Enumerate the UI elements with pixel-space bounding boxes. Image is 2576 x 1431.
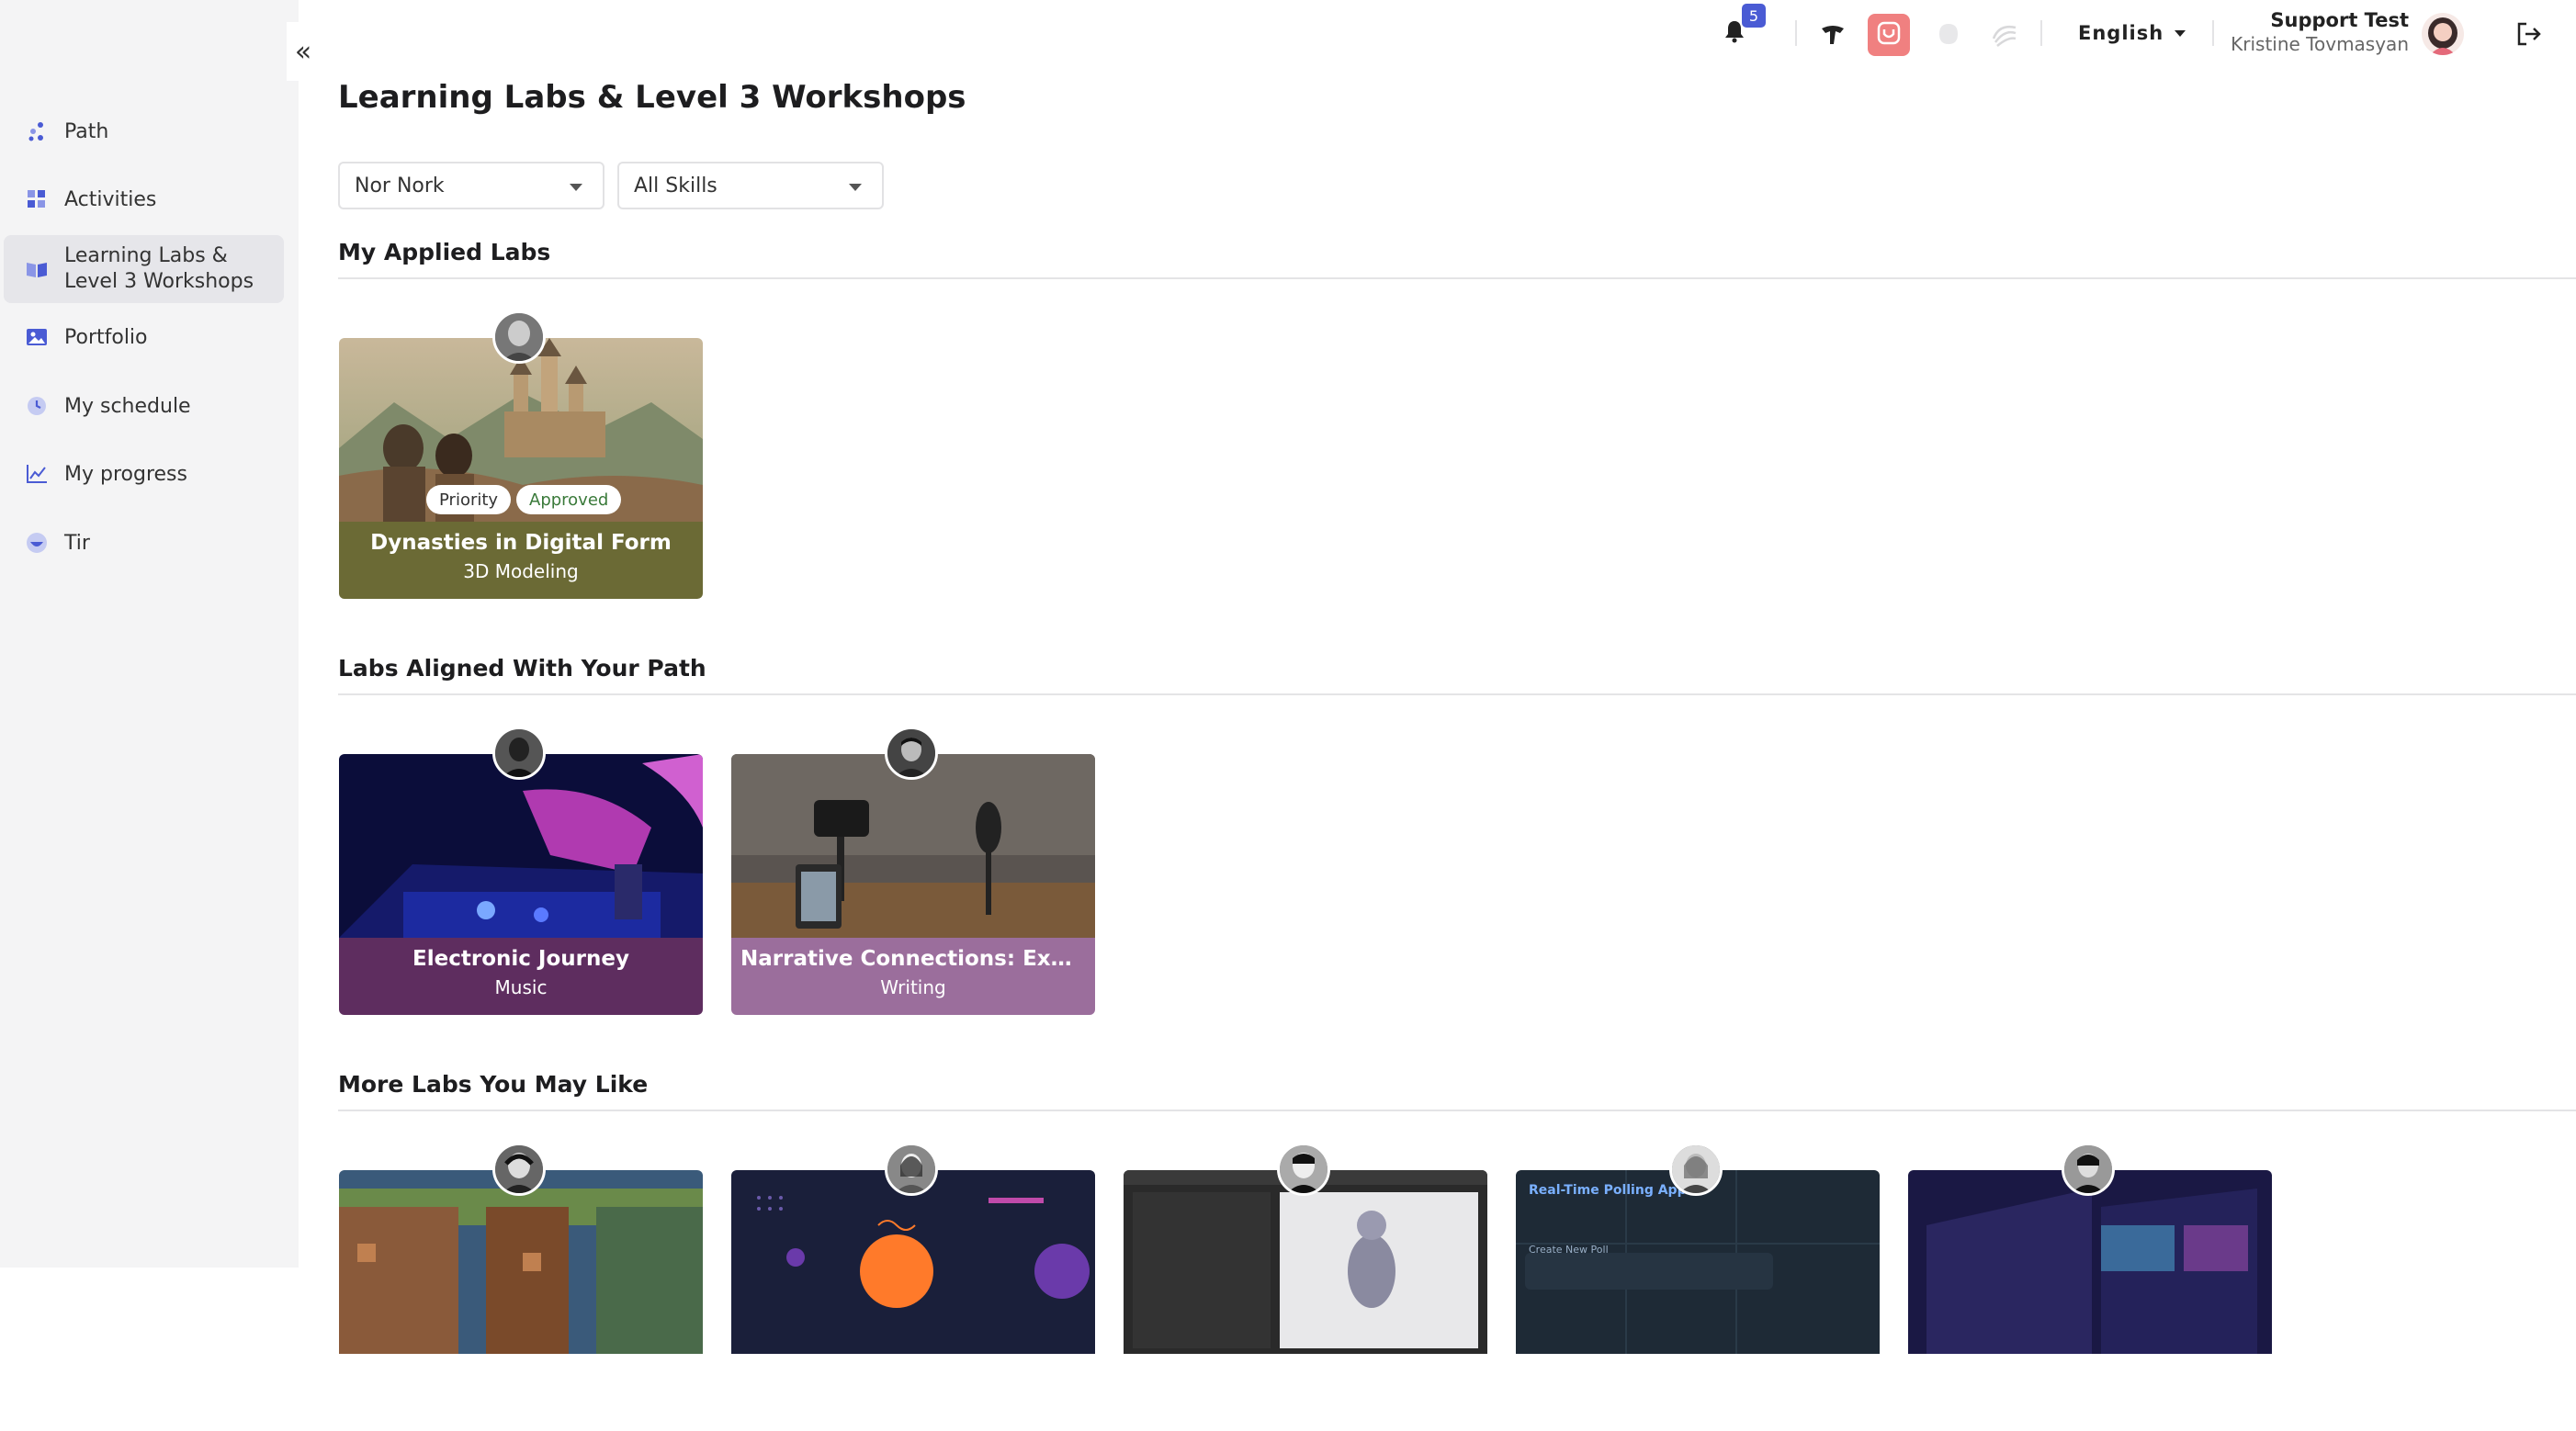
lab-card[interactable]: Dynasties in Digital Form 3D Modeling Pr… xyxy=(339,310,703,599)
instructor-avatar xyxy=(2062,1143,2115,1196)
lab-card-footer: Electronic Journey Music xyxy=(339,938,703,1015)
app-logo-icon[interactable] xyxy=(1819,20,1847,48)
swirl-icon[interactable] xyxy=(1990,20,2019,48)
user-name: Kristine Tovmasyan xyxy=(2231,33,2409,55)
lab-card-image xyxy=(1908,1170,2272,1354)
lab-card[interactable] xyxy=(1124,1143,1487,1431)
pink-app-button[interactable] xyxy=(1868,14,1910,56)
thumb-title: Real-Time Polling App xyxy=(1529,1183,1687,1198)
lab-card[interactable]: Real-Time Polling App Create New Poll xyxy=(1516,1143,1880,1431)
sidebar-item-portfolio[interactable]: Portfolio xyxy=(4,319,284,355)
blob-icon[interactable] xyxy=(1935,20,1962,48)
chart-line-icon xyxy=(24,461,50,487)
location-select[interactable]: Nor Nork xyxy=(338,162,604,209)
language-label: English xyxy=(2078,22,2164,44)
lab-card[interactable] xyxy=(731,1143,1095,1431)
divider xyxy=(1795,20,1797,46)
shield-heart-icon xyxy=(1877,21,1901,49)
instructor-avatar xyxy=(885,727,938,780)
sidebar-item-label: Portfolio xyxy=(64,325,148,349)
sidebar-item-label: Tir xyxy=(64,531,90,555)
user-info[interactable]: Support Test Kristine Tovmasyan xyxy=(2231,9,2409,55)
sidebar-item-label: Path xyxy=(64,119,109,143)
lab-card-image xyxy=(1124,1170,1487,1354)
lab-card-image xyxy=(731,1170,1095,1354)
section-title-applied: My Applied Labs xyxy=(338,239,551,265)
priority-badge: Priority xyxy=(426,485,512,514)
lab-card-subtitle: Music xyxy=(494,976,548,998)
notifications-button[interactable]: 5 xyxy=(1716,4,1766,51)
status-badge: Approved xyxy=(516,485,622,514)
sidebar: « Path Activities Learning Labs & Level … xyxy=(0,0,320,1268)
divider xyxy=(2040,20,2042,46)
sidebar-item-learning-labs[interactable]: Learning Labs & Level 3 Workshops xyxy=(4,235,284,303)
sidebar-item-my-schedule[interactable]: My schedule xyxy=(4,388,284,424)
logout-icon xyxy=(2515,22,2543,51)
lab-card[interactable]: Narrative Connections: Explori... Writin… xyxy=(731,727,1095,1015)
section-title-more: More Labs You May Like xyxy=(338,1071,649,1098)
lab-card-footer: Dynasties in Digital Form 3D Modeling xyxy=(339,522,703,599)
caret-down-icon xyxy=(849,184,862,191)
sidebar-item-label: Activities xyxy=(64,187,157,211)
lab-card[interactable] xyxy=(1908,1143,2272,1431)
instructor-avatar xyxy=(492,310,546,364)
sidebar-item-activities[interactable]: Activities xyxy=(4,181,284,218)
sidebar-item-label: My progress xyxy=(64,462,187,486)
double-chevron-left-icon: « xyxy=(294,35,312,68)
sidebar-item-path[interactable]: Path xyxy=(4,113,284,150)
section-divider xyxy=(338,277,2576,279)
lab-card-image xyxy=(731,754,1095,938)
book-icon xyxy=(24,256,50,282)
page-title: Learning Labs & Level 3 Workshops xyxy=(338,79,966,116)
path-dots-icon xyxy=(24,118,50,144)
instructor-avatar xyxy=(492,1143,546,1196)
skills-select[interactable]: All Skills xyxy=(617,162,884,209)
section-title-aligned: Labs Aligned With Your Path xyxy=(338,655,706,682)
lab-card-image: Real-Time Polling App Create New Poll xyxy=(1516,1170,1880,1354)
lab-card-subtitle: Writing xyxy=(880,976,946,998)
lab-card[interactable]: Electronic Journey Music xyxy=(339,727,703,1015)
divider xyxy=(2212,20,2214,46)
section-divider xyxy=(338,1110,2576,1111)
lab-card-image xyxy=(339,754,703,938)
sidebar-item-label: Learning Labs & Level 3 Workshops xyxy=(64,244,254,293)
section-divider xyxy=(338,693,2576,695)
sidebar-item-my-progress[interactable]: My progress xyxy=(4,456,284,492)
user-role: Support Test xyxy=(2270,9,2409,31)
instructor-avatar xyxy=(1277,1143,1330,1196)
notification-count-badge: 5 xyxy=(1742,4,1766,28)
location-select-value: Nor Nork xyxy=(355,174,445,197)
skills-select-value: All Skills xyxy=(634,174,717,197)
lab-card-subtitle: 3D Modeling xyxy=(463,560,579,582)
instructor-avatar xyxy=(1669,1143,1723,1196)
clock-icon xyxy=(24,393,50,419)
thumb-subtitle: Create New Poll xyxy=(1529,1244,1609,1256)
caret-down-icon xyxy=(570,184,582,191)
instructor-avatar xyxy=(885,1143,938,1196)
lab-card-footer: Narrative Connections: Explori... Writin… xyxy=(731,938,1095,1015)
caret-down-icon xyxy=(2175,29,2186,37)
sidebar-item-tir[interactable]: Tir xyxy=(4,524,284,561)
lab-card-title: Electronic Journey xyxy=(412,947,629,971)
instructor-avatar xyxy=(492,727,546,780)
image-icon xyxy=(24,324,50,350)
bowl-icon xyxy=(24,530,50,556)
avatar[interactable] xyxy=(2422,13,2464,55)
collapse-sidebar-button[interactable]: « xyxy=(287,22,320,81)
language-select[interactable]: English xyxy=(2078,18,2186,48)
grid-icon xyxy=(24,186,50,212)
lab-card-title: Dynasties in Digital Form xyxy=(370,531,672,555)
lab-card-title: Narrative Connections: Explori... xyxy=(740,947,1086,971)
logout-button[interactable] xyxy=(2515,20,2543,48)
lab-card[interactable] xyxy=(339,1143,703,1431)
sidebar-item-label: My schedule xyxy=(64,394,191,418)
lab-card-image xyxy=(339,1170,703,1354)
